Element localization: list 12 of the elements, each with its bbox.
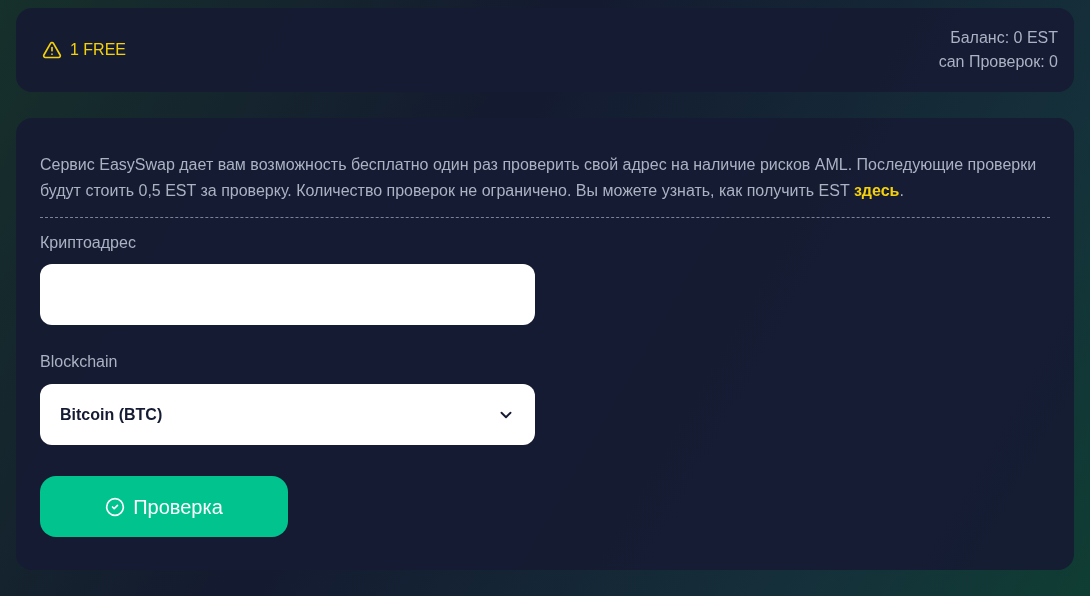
check-circle-icon <box>105 496 126 517</box>
here-link[interactable]: здесь <box>853 182 900 199</box>
checks-count-text: can Проверок: 0 <box>938 52 1058 72</box>
blockchain-value: Bitcoin (BTC) <box>60 404 163 425</box>
free-checks-label: 1 FREE <box>70 40 126 60</box>
address-label: Криптоадрес <box>40 233 137 253</box>
warning-icon <box>42 40 62 60</box>
blockchain-select[interactable]: Bitcoin (BTC) <box>40 384 535 445</box>
balance-text: Баланс: 0 EST <box>950 28 1058 48</box>
blockchain-label: Blockchain <box>40 352 119 372</box>
address-input[interactable] <box>40 264 535 325</box>
intro-paragraph: Сервис EasySwap дает вам возможность бесплатно один раз проверить свой адрес на наличие рисков AML. Последующие проверки будут стоить 0,5 EST за проверку. Количество проверок не ограничено. Вы можете узнать, как получить EST здесь. <box>40 155 1038 201</box>
